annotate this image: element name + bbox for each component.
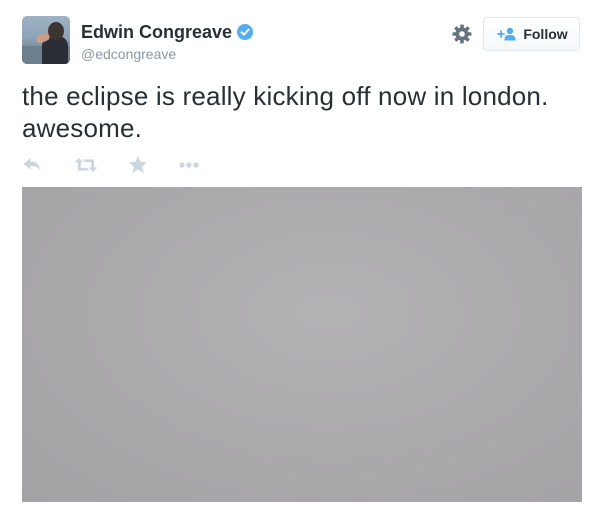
author-name[interactable]: Edwin Congreave — [81, 21, 232, 43]
follow-button[interactable]: Follow — [483, 17, 580, 51]
gear-icon[interactable] — [452, 24, 472, 44]
reply-icon[interactable] — [22, 155, 42, 180]
favorite-icon[interactable] — [128, 155, 148, 180]
tweet-text: the eclipse is really kicking off now in… — [22, 81, 549, 143]
verified-badge-icon — [237, 24, 254, 40]
add-user-icon — [495, 27, 517, 41]
avatar[interactable] — [22, 16, 70, 64]
follow-button-label: Follow — [523, 26, 568, 42]
retweet-icon[interactable] — [74, 155, 98, 180]
author-handle[interactable]: @edcongreave — [81, 45, 176, 63]
more-icon[interactable] — [178, 155, 200, 180]
tweet-photo[interactable] — [22, 187, 582, 502]
author-name-row[interactable]: Edwin Congreave — [81, 21, 254, 43]
